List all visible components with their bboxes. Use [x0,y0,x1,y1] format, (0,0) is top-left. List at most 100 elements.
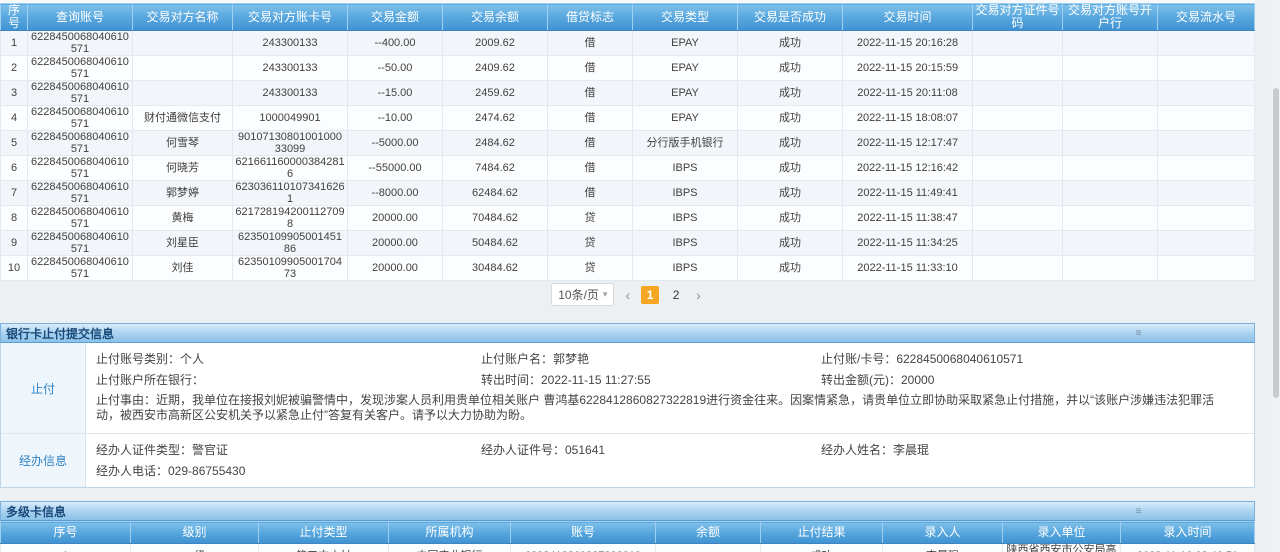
page-button-1[interactable]: 1 [641,286,659,304]
column-header: 交易对方账卡号 [233,4,348,31]
table-cell: 借 [548,106,633,131]
table-cell: 借 [548,31,633,56]
table-cell: 2009.62 [443,31,548,56]
table-cell: 成功 [738,156,843,181]
page-size-select[interactable]: 10条/页 ▾ [551,283,614,306]
table-row: 46228450068040610571财付通微信支付1000049901--1… [1,106,1255,131]
field-row: 经办人证件类型：警官证 经办人证件号：051641 经办人姓名：李晨琨 [96,439,1254,460]
column-header: 录入人 [883,522,1003,544]
table-cell: 50484.62 [443,231,548,256]
table-cell: 2459.62 [443,81,548,106]
table-cell: 9010713080100100033099 [233,131,348,156]
column-header: 序号 [1,522,131,544]
column-header: 交易流水号 [1158,4,1255,31]
field-row: 止付账号类别：个人 止付账户名：郭梦艳 止付账/卡号：6228450068040… [96,348,1254,369]
table-cell [133,31,233,56]
table-cell: --50.00 [348,56,443,81]
table-cell: 成功 [738,56,843,81]
table-cell [1158,131,1255,156]
table-cell: 1 [1,31,28,56]
table-cell: 1000049901 [233,106,348,131]
table-cell: 借 [548,156,633,181]
table-cell: 李晨琨 [883,544,1003,552]
page-content: 序号查询账号交易对方名称交易对方账卡号交易金额交易余额借贷标志交易类型交易是否成… [0,0,1255,552]
table-cell: 6228450068040610571 [28,131,133,156]
transfer-time: 转出时间：2022-11-15 11:27:55 [481,371,821,388]
table-cell: 成功 [738,206,843,231]
column-header: 借贷标志 [548,4,633,31]
collapse-icon[interactable]: ≡ [1133,328,1144,339]
table-cell: IBPS [633,181,738,206]
field-row: 经办人电话：029-86755430 [96,460,1254,481]
column-header: 录入单位 [1003,522,1121,544]
table-cell [1063,56,1158,81]
prev-page-button[interactable]: ‹ [622,288,633,302]
table-cell: 2022-11-15 20:11:08 [843,81,973,106]
multi-card-table: 序号级别止付类型所属机构账号余额止付结果录入人录入单位录入时间1一级第三方止付中… [0,521,1255,552]
table-cell: 6235010990500145186 [233,231,348,256]
scrollbar[interactable] [1272,0,1280,552]
table-cell: 借 [548,131,633,156]
table-cell: 2022-11-15 11:34:25 [843,231,973,256]
column-header: 止付结果 [761,522,883,544]
table-cell: 62484.62 [443,181,548,206]
field-row: 止付账户所在银行： 转出时间：2022-11-15 11:27:55 转出金额(… [96,369,1254,390]
table-cell: 何雪琴 [133,131,233,156]
table-cell: 4 [1,106,28,131]
table-cell [1063,256,1158,281]
table-cell: 贷 [548,231,633,256]
table-cell [973,81,1063,106]
table-cell [973,256,1063,281]
table-cell: 刘佳 [133,256,233,281]
table-cell: 2022-11-16 03:40:51 [1121,544,1255,552]
table-cell [1158,206,1255,231]
spacer [0,305,1255,323]
table-cell: 243300133 [233,56,348,81]
table-cell: 30484.62 [443,256,548,281]
table-cell: 成功 [738,31,843,56]
table-cell: 成功 [738,131,843,156]
table-cell [1063,231,1158,256]
table-cell: 6 [1,156,28,181]
table-cell [1158,231,1255,256]
table-cell: 6230361101073416261 [233,181,348,206]
table-cell [1063,206,1158,231]
table-cell [1158,106,1255,131]
collapse-icon[interactable]: ≡ [1133,506,1144,517]
column-header: 余额 [656,522,761,544]
table-cell: 7 [1,181,28,206]
handler-name: 经办人姓名：李晨琨 [821,441,1254,458]
table-cell: 6216611600003842816 [233,156,348,181]
table-cell: 陕西省西安市公安局高新分局刑警大队 [1003,544,1121,552]
column-header: 交易是否成功 [738,4,843,31]
table-cell [973,106,1063,131]
table-cell: 成功 [761,544,883,552]
table-row: 106228450068040610571刘佳62350109905001704… [1,256,1255,281]
table-cell: 8 [1,206,28,231]
table-cell: 6217281942001127098 [233,206,348,231]
table-cell: 6228450068040610571 [28,206,133,231]
table-cell: 6228450068040610571 [28,81,133,106]
table-cell: IBPS [633,206,738,231]
table-cell: IBPS [633,156,738,181]
transfer-amount: 转出金额(元)：20000 [821,371,1254,388]
stop-account-type: 止付账号类别：个人 [96,350,481,367]
stop-payment-section-body: 止付 止付账号类别：个人 止付账户名：郭梦艳 止付账/卡号：6228450068… [0,343,1255,488]
column-header: 止付类型 [259,522,389,544]
table-row: 76228450068040610571郭梦婷62303611010734162… [1,181,1255,206]
column-header: 序号 [1,4,28,31]
table-cell: 70484.62 [443,206,548,231]
table-cell [1063,106,1158,131]
handler-cert-number: 经办人证件号：051641 [481,441,821,458]
table-cell: --8000.00 [348,181,443,206]
table-cell [1063,131,1158,156]
spacer [0,488,1255,501]
page-button-2[interactable]: 2 [667,286,685,304]
scrollbar-thumb[interactable] [1273,88,1279,398]
header-row: 序号级别止付类型所属机构账号余额止付结果录入人录入单位录入时间 [1,522,1255,544]
handler-cert-type: 经办人证件类型：警官证 [96,441,481,458]
table-cell: EPAY [633,31,738,56]
table-cell: 10 [1,256,28,281]
page-size-label: 10条/页 [558,286,599,303]
next-page-button[interactable]: › [693,288,704,302]
